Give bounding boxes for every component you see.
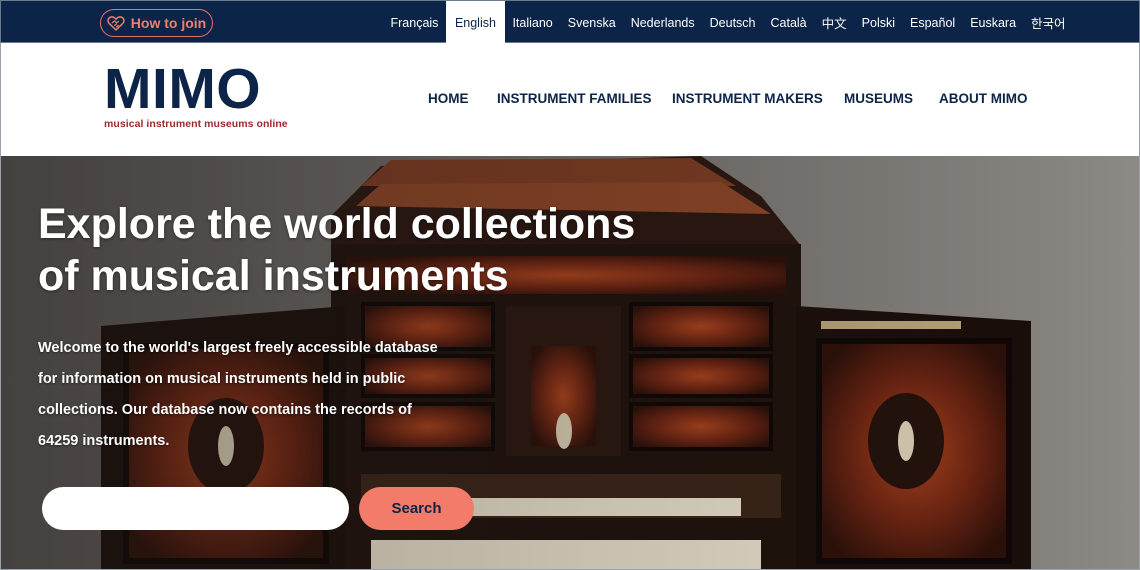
lang-korean[interactable]: 한국어	[1024, 1, 1074, 44]
hero-intro: Welcome to the world's largest freely ac…	[38, 333, 478, 457]
nav-instrument-families[interactable]: INSTRUMENT FAMILIES	[497, 91, 652, 106]
lang-catala[interactable]: Català	[763, 1, 814, 44]
hero-intro-line-4: 64259 instruments.	[38, 433, 170, 449]
lang-nederlands[interactable]: Nederlands	[623, 1, 702, 44]
hero-title: Explore the world collections of musical…	[38, 198, 758, 302]
lang-francais[interactable]: Français	[383, 1, 446, 44]
lang-svenska[interactable]: Svenska	[560, 1, 623, 44]
hero-title-line-2: of musical instruments	[38, 252, 509, 300]
nav-instrument-makers[interactable]: INSTRUMENT MAKERS	[672, 91, 823, 106]
lang-deutsch[interactable]: Deutsch	[702, 1, 763, 44]
site-header: MIMO musical instrument museums online H…	[0, 43, 1140, 156]
nav-about-mimo[interactable]: ABOUT MIMO	[939, 91, 1028, 106]
main-nav: HOME INSTRUMENT FAMILIES INSTRUMENT MAKE…	[1, 43, 1140, 156]
hero-title-line-1: Explore the world collections	[38, 200, 636, 248]
nav-museums[interactable]: MUSEUMS	[844, 91, 913, 106]
hero-banner: Explore the world collections of musical…	[0, 156, 1140, 570]
lang-espanol[interactable]: Español	[903, 1, 963, 44]
language-switcher: Français English Italiano Svenska Nederl…	[383, 1, 1073, 44]
how-to-join-button[interactable]: How to join	[100, 9, 213, 37]
hero-intro-line-1: Welcome to the world's largest freely ac…	[38, 340, 438, 356]
lang-euskara[interactable]: Euskara	[963, 1, 1024, 44]
nav-home[interactable]: HOME	[428, 91, 469, 106]
lang-polski[interactable]: Polski	[854, 1, 902, 44]
top-bar: How to join Français English Italiano Sv…	[0, 0, 1140, 44]
lang-english[interactable]: English	[445, 1, 505, 44]
hero-intro-line-2: for information on musical instruments h…	[38, 371, 406, 387]
handshake-heart-icon	[107, 15, 125, 31]
lang-chinese[interactable]: 中文	[814, 1, 854, 44]
search-input[interactable]	[42, 487, 349, 530]
search-button[interactable]: Search	[359, 487, 474, 530]
hero-intro-line-3: collections. Our database now contains t…	[38, 402, 412, 418]
how-to-join-label: How to join	[130, 15, 207, 31]
lang-italiano[interactable]: Italiano	[505, 1, 560, 44]
